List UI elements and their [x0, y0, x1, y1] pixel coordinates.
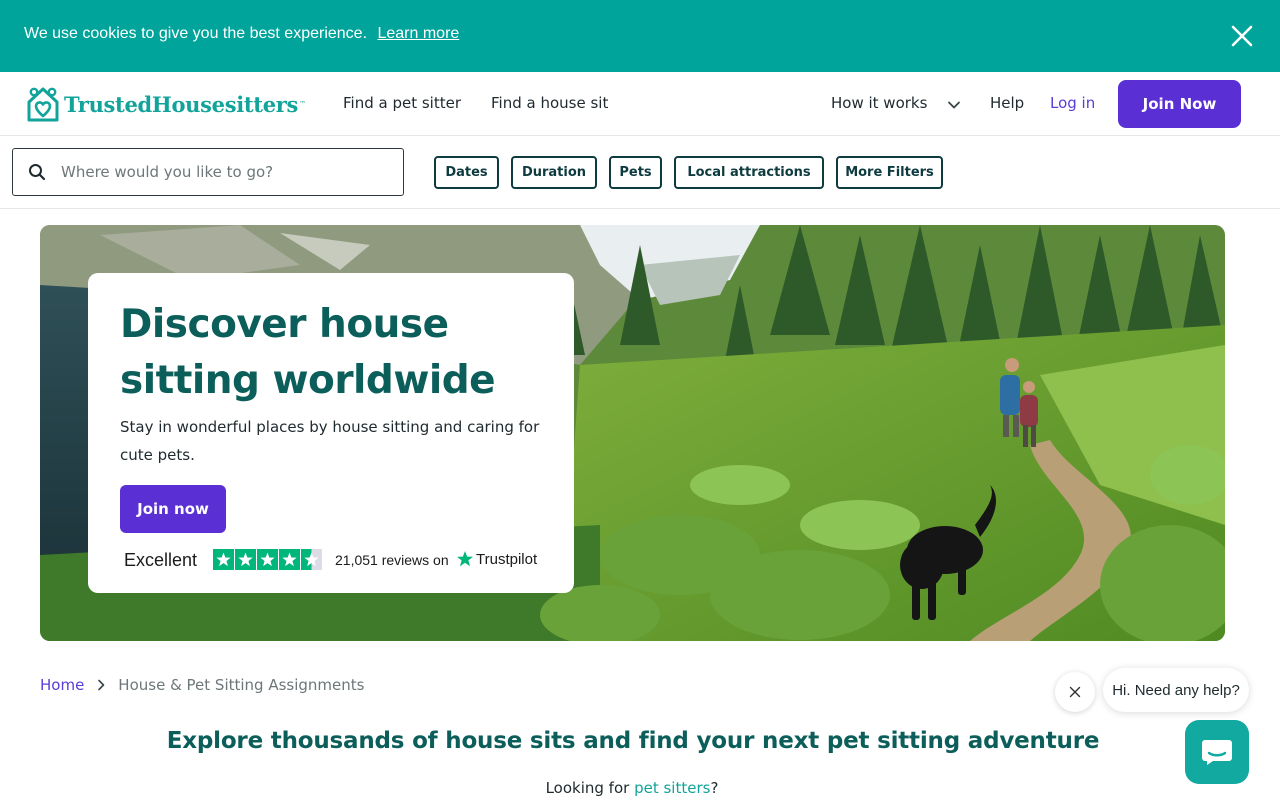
- breadcrumb: Home House & Pet Sitting Assignments: [40, 674, 364, 696]
- search-field[interactable]: [12, 148, 404, 196]
- search-input[interactable]: [61, 159, 391, 185]
- filter-pets[interactable]: Pets: [609, 156, 662, 189]
- trustpilot-logo: Trustpilot: [456, 548, 537, 570]
- trustpilot-stars-icon: [213, 549, 322, 570]
- cookie-message: We use cookies to give you the best expe…: [24, 25, 459, 43]
- chat-dismiss-button[interactable]: [1055, 672, 1095, 712]
- close-icon: [1069, 686, 1081, 698]
- site-header: TrustedHousesitters ™ Find a pet sitter …: [0, 72, 1280, 136]
- hero-banner: Discover house sitting worldwide Stay in…: [40, 225, 1225, 641]
- looking-suffix: ?: [710, 779, 719, 797]
- trustpilot-star-icon: [457, 551, 473, 567]
- nav-how-it-works[interactable]: How it works: [831, 94, 927, 112]
- filter-more-filters[interactable]: More Filters: [836, 156, 943, 189]
- close-icon[interactable]: [1230, 24, 1254, 48]
- hero-subtitle: Stay in wonderful places by house sittin…: [120, 418, 540, 464]
- nav-help[interactable]: Help: [990, 94, 1024, 112]
- breadcrumb-home-link[interactable]: Home: [40, 676, 84, 694]
- breadcrumb-current: House & Pet Sitting Assignments: [118, 676, 365, 694]
- cookie-text: We use cookies to give you the best expe…: [24, 25, 368, 42]
- nav-find-pet-sitter[interactable]: Find a pet sitter: [343, 94, 461, 112]
- chat-launcher-button[interactable]: [1185, 720, 1249, 784]
- logo-text: TrustedHousesitters: [64, 91, 299, 117]
- chevron-right-icon: [98, 679, 105, 691]
- nav-find-house-sit[interactable]: Find a house sit: [491, 94, 608, 112]
- trustpilot-rating-word: Excellent: [124, 550, 198, 570]
- house-heart-logo-icon: [27, 87, 59, 122]
- logo-trademark: ™: [299, 100, 307, 108]
- chevron-down-icon[interactable]: [946, 97, 962, 113]
- learn-more-link[interactable]: Learn more: [377, 25, 459, 42]
- join-now-button[interactable]: Join Now: [1118, 80, 1241, 128]
- hero-card: Discover house sitting worldwide Stay in…: [88, 273, 574, 593]
- section-heading: Explore thousands of house sits and find…: [166, 728, 1100, 754]
- site-logo[interactable]: TrustedHousesitters ™: [24, 84, 306, 124]
- filter-dates[interactable]: Dates: [434, 156, 499, 189]
- hero-join-now-button[interactable]: Join now: [120, 485, 226, 533]
- filter-local-attractions[interactable]: Local attractions: [674, 156, 824, 189]
- looking-for-line: Looking for pet sitters?: [0, 779, 1264, 797]
- looking-prefix: Looking for: [545, 779, 635, 797]
- hero-title: Discover house sitting worldwide: [120, 302, 496, 403]
- search-icon: [29, 164, 46, 181]
- trustpilot-widget[interactable]: Excellent 21,051 reviews on Trustpilot: [124, 548, 544, 572]
- trustpilot-review-count: 21,051 reviews on: [335, 552, 449, 568]
- cookie-banner: We use cookies to give you the best expe…: [0, 0, 1280, 72]
- search-filter-bar: Dates Duration Pets Local attractions Mo…: [0, 136, 1280, 209]
- nav-log-in[interactable]: Log in: [1050, 94, 1095, 112]
- chat-greeting-bubble[interactable]: Hi. Need any help?: [1103, 668, 1249, 712]
- chat-icon: [1202, 740, 1232, 765]
- trustpilot-brand: Trustpilot: [476, 550, 538, 568]
- filter-duration[interactable]: Duration: [511, 156, 597, 189]
- pet-sitters-link[interactable]: pet sitters: [634, 779, 710, 797]
